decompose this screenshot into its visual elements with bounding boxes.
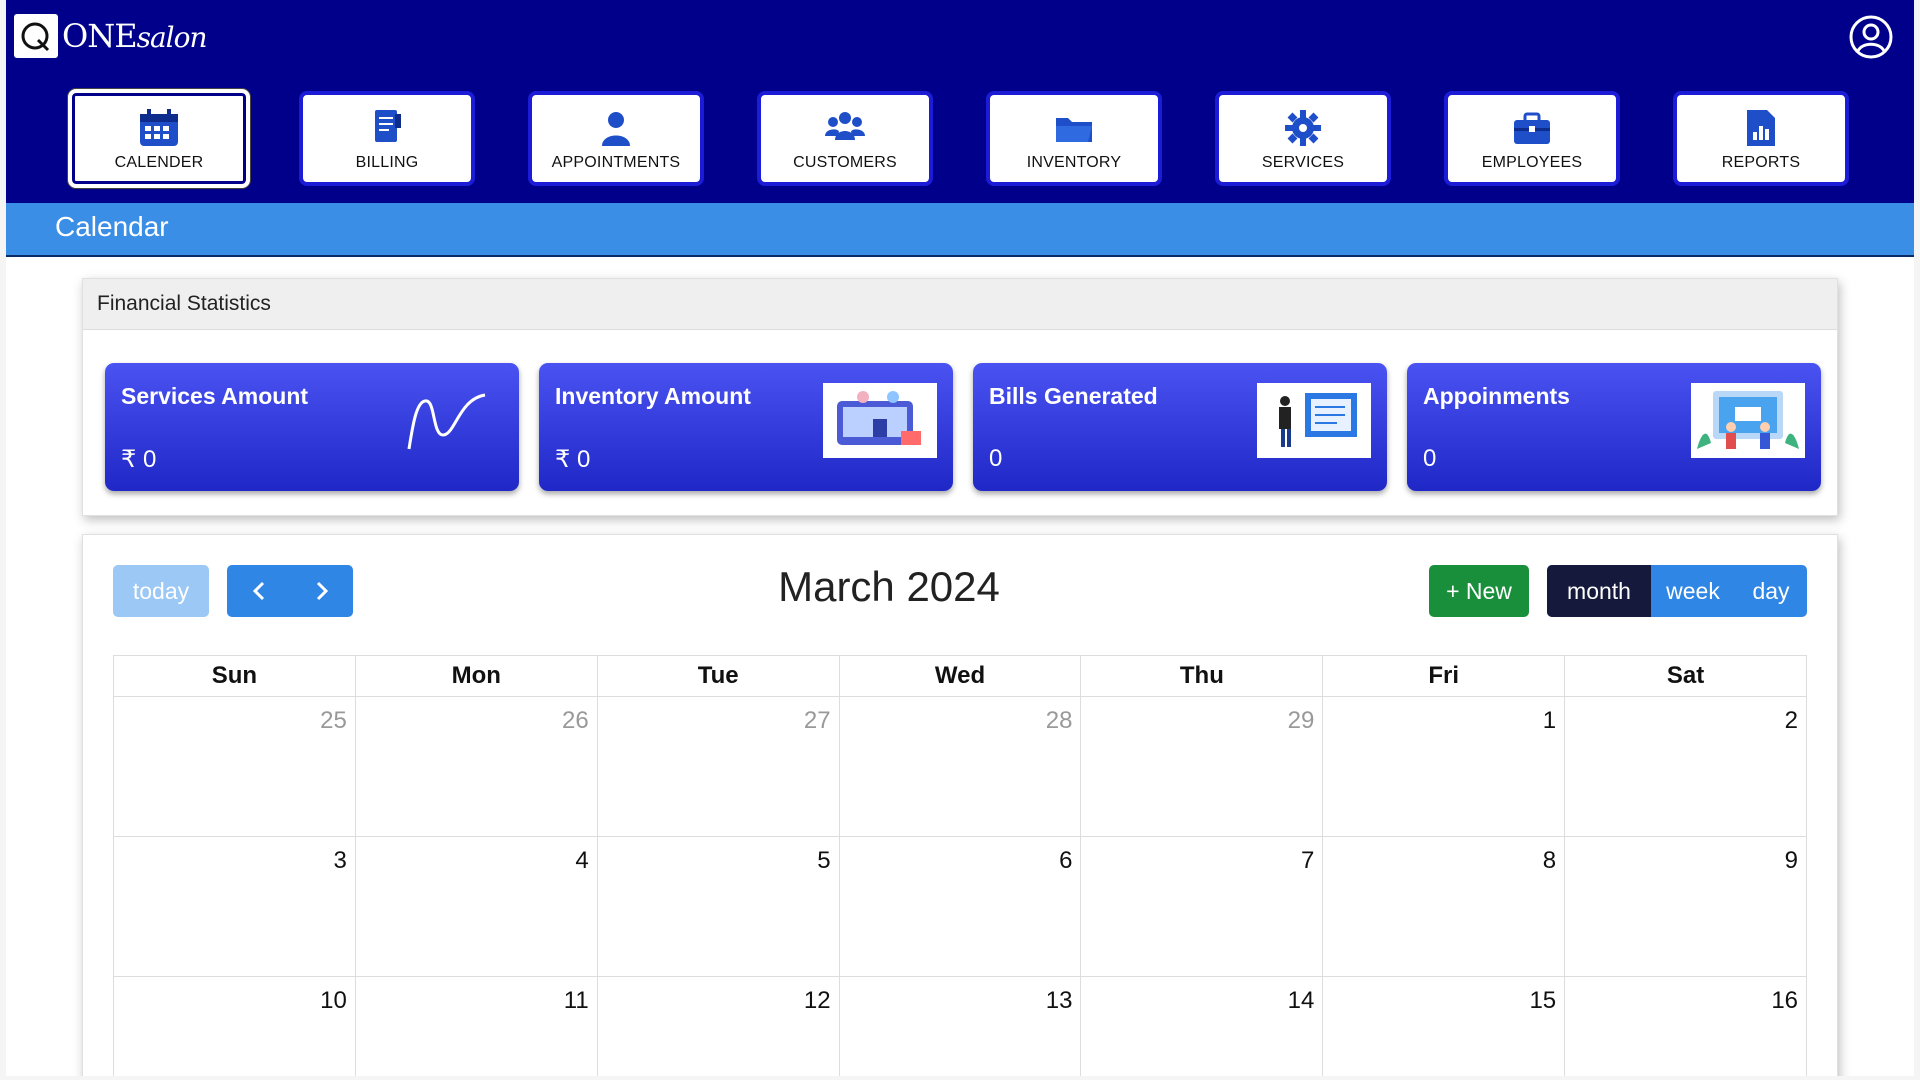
financial-statistics-panel: Financial Statistics Services Amount ₹ 0…: [82, 278, 1838, 516]
new-appointment-button[interactable]: + New: [1429, 565, 1529, 617]
logo-badge: [14, 14, 58, 58]
day-cell[interactable]: 13: [840, 977, 1082, 1076]
nav-reports-label: REPORTS: [1721, 153, 1801, 171]
stat-value: 0: [989, 445, 1003, 472]
week-row: 25 26 27 28 29 1 2: [113, 697, 1808, 837]
day-cell[interactable]: 26: [356, 697, 598, 836]
report-icon: [1747, 109, 1775, 146]
appointments-card[interactable]: Appoinments 0: [1407, 363, 1821, 491]
briefcase-icon: [1514, 112, 1550, 144]
month-grid: Sun Mon Tue Wed Thu Fri Sat 25 26 27 28 …: [113, 655, 1808, 1076]
nav-appointments-label: APPOINTMENTS: [551, 153, 681, 171]
day-cell[interactable]: 7: [1081, 837, 1324, 976]
day-cell[interactable]: 3: [114, 837, 356, 976]
trend-line-icon: [389, 383, 503, 458]
day-cell[interactable]: 6: [840, 837, 1082, 976]
day-cell[interactable]: 4: [356, 837, 598, 976]
nav-appointments-button[interactable]: APPOINTMENTS: [528, 91, 704, 186]
week-view-button[interactable]: week: [1651, 565, 1735, 617]
folder-icon: [1056, 117, 1092, 142]
weekday-header: Mon: [356, 656, 598, 696]
nav-customers-button[interactable]: CUSTOMERS: [757, 91, 933, 186]
day-cell[interactable]: 28: [840, 697, 1082, 836]
stat-value: ₹ 0: [121, 446, 157, 473]
week-row: 10 11 12 13 14 15 16: [113, 977, 1808, 1076]
day-cell[interactable]: 15: [1323, 977, 1566, 1076]
person-icon: [602, 111, 630, 146]
gear-icon: [1285, 109, 1321, 146]
weekday-header: Sun: [114, 656, 356, 696]
nav-employees-button[interactable]: EMPLOYEES: [1444, 91, 1620, 186]
stat-title: Appoinments: [1423, 383, 1570, 409]
weekday-header: Sat: [1666, 662, 1705, 689]
week-row: 3 4 5 6 7 8 9: [113, 837, 1808, 977]
logo-text: ONEsalon: [62, 17, 208, 55]
billing-icon: [375, 109, 401, 142]
top-navigation-bar: ONEsalon CALENDER BILLING APPOINTMENTS C…: [6, 0, 1914, 203]
stat-title: Inventory Amount: [555, 383, 751, 409]
nav-billing-label: BILLING: [355, 153, 419, 171]
services-amount-card[interactable]: Services Amount ₹ 0: [105, 363, 519, 491]
nav-reports-button[interactable]: REPORTS: [1673, 91, 1849, 186]
stat-title: Bills Generated: [989, 383, 1158, 409]
stat-value: ₹ 0: [555, 446, 591, 473]
day-cell[interactable]: 14: [1081, 977, 1324, 1076]
page-title-band: Calendar: [6, 203, 1914, 257]
user-circle-icon[interactable]: [1848, 14, 1894, 60]
month-view-button[interactable]: month: [1547, 565, 1651, 617]
day-cell[interactable]: 8: [1323, 837, 1566, 976]
day-cell[interactable]: 5: [598, 837, 840, 976]
day-cell[interactable]: 25: [114, 697, 356, 836]
nav-inventory-button[interactable]: INVENTORY: [986, 91, 1162, 186]
nav-inventory-label: INVENTORY: [1026, 153, 1122, 171]
group-icon: [825, 111, 865, 140]
nav-services-button[interactable]: SERVICES: [1215, 91, 1391, 186]
nav-billing-button[interactable]: BILLING: [299, 91, 475, 186]
weekday-header: Wed: [840, 656, 1082, 696]
day-cell[interactable]: 10: [114, 977, 356, 1076]
page-title: Calendar: [55, 211, 169, 242]
inventory-amount-card[interactable]: Inventory Amount ₹ 0: [539, 363, 953, 491]
weekday-header: Thu: [1081, 656, 1324, 696]
inventory-illustration-icon: [823, 383, 937, 458]
view-switcher: month week day: [1547, 565, 1807, 617]
day-cell[interactable]: 2: [1565, 697, 1808, 836]
nav-customers-label: CUSTOMERS: [793, 153, 897, 171]
nav-employees-label: EMPLOYEES: [1481, 153, 1583, 171]
calendar-panel: today March 2024 + New month week day Su…: [82, 534, 1838, 1076]
stat-title: Services Amount: [121, 383, 309, 409]
day-cell[interactable]: 9: [1565, 837, 1808, 976]
day-cell[interactable]: 27: [598, 697, 840, 836]
weekday-header-row: Sun Mon Tue Wed Thu Fri Sat: [113, 655, 1807, 697]
app-window: ONEsalon CALENDER BILLING APPOINTMENTS C…: [6, 0, 1914, 1076]
day-cell[interactable]: 16: [1565, 977, 1808, 1076]
bills-illustration-icon: [1257, 383, 1371, 458]
nav-calender-label: CALENDER: [114, 153, 204, 171]
calendar-icon: [140, 108, 178, 146]
bills-generated-card[interactable]: Bills Generated 0: [973, 363, 1387, 491]
financial-statistics-heading: Financial Statistics: [83, 279, 1837, 330]
app-logo[interactable]: ONEsalon: [14, 14, 208, 58]
day-cell[interactable]: 12: [598, 977, 840, 1076]
day-cell[interactable]: 11: [356, 977, 598, 1076]
day-cell[interactable]: 1: [1323, 697, 1566, 836]
stat-value: 0: [1423, 445, 1437, 472]
weekday-header: Tue: [598, 656, 840, 696]
day-view-button[interactable]: day: [1735, 565, 1807, 617]
appointments-illustration-icon: [1691, 383, 1805, 458]
nav-services-label: SERVICES: [1261, 153, 1345, 171]
weekday-header: Fri: [1323, 656, 1566, 696]
nav-calender-button[interactable]: CALENDER: [68, 89, 250, 188]
day-cell[interactable]: 29: [1081, 697, 1324, 836]
